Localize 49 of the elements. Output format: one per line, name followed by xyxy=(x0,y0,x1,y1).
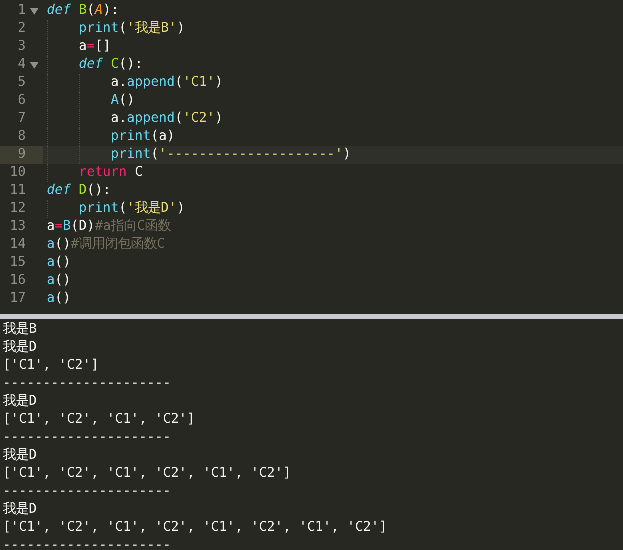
line-number: 15 xyxy=(8,254,26,272)
code-line: def C(): xyxy=(79,56,144,74)
code-line: print(a) xyxy=(111,128,176,146)
output-line: --------------------- xyxy=(3,484,172,499)
line-number: 16 xyxy=(8,272,26,290)
fold-triangle-icon[interactable] xyxy=(30,8,39,14)
output-line: ['C1', 'C2', 'C1', 'C2'] xyxy=(3,412,196,427)
code-line: print('---------------------') xyxy=(111,146,352,164)
line-number: 17 xyxy=(8,290,26,308)
code-line: a() xyxy=(47,290,72,308)
line-number: 11 xyxy=(8,182,26,200)
output-line: ['C1', 'C2', 'C1', 'C2', 'C1', 'C2'] xyxy=(3,466,292,481)
output-line: --------------------- xyxy=(3,376,172,391)
code-line: print('我是D') xyxy=(79,200,186,218)
code-line: return C xyxy=(79,164,144,182)
line-number: 5 xyxy=(16,74,26,92)
code-line: a.append('C1') xyxy=(111,74,224,92)
output-line: 我是D xyxy=(3,502,38,517)
line-number: 1 xyxy=(16,2,26,20)
output-line: --------------------- xyxy=(3,430,172,445)
code-line: a() xyxy=(47,272,72,290)
output-line: 我是D xyxy=(3,394,38,409)
output-line: ['C1', 'C2', 'C1', 'C2', 'C1', 'C2', 'C1', 'C2'] xyxy=(3,520,388,535)
code-line: a=B(D)#a指向C函数 xyxy=(47,218,172,236)
line-number: 7 xyxy=(16,110,26,128)
line-number: 12 xyxy=(8,200,26,218)
line-number: 13 xyxy=(8,218,26,236)
output-line: --------------------- xyxy=(3,538,172,550)
code-line: a=[] xyxy=(79,38,112,56)
code-line: a()#调用闭包函数C xyxy=(47,236,166,254)
code-line: a.append('C2') xyxy=(111,110,224,128)
output-line: 我是D xyxy=(3,340,38,355)
line-number: 14 xyxy=(8,236,26,254)
code-line: def B(A): xyxy=(47,2,120,20)
line-number: 4 xyxy=(16,56,26,74)
code-line: A() xyxy=(111,92,136,110)
output-line: 我是B xyxy=(3,322,38,337)
code-line: print('我是B') xyxy=(79,20,186,38)
line-number: 10 xyxy=(8,164,26,182)
line-number: 8 xyxy=(16,128,26,146)
line-number: 6 xyxy=(16,92,26,110)
fold-triangle-icon[interactable] xyxy=(30,62,39,68)
code-line: def D(): xyxy=(47,182,112,200)
output-line: ['C1', 'C2'] xyxy=(3,358,100,373)
line-number: 3 xyxy=(16,38,26,56)
line-number: 2 xyxy=(16,20,26,38)
code-line: a() xyxy=(47,254,72,272)
line-number: 9 xyxy=(16,146,26,164)
output-line: 我是D xyxy=(3,448,38,463)
